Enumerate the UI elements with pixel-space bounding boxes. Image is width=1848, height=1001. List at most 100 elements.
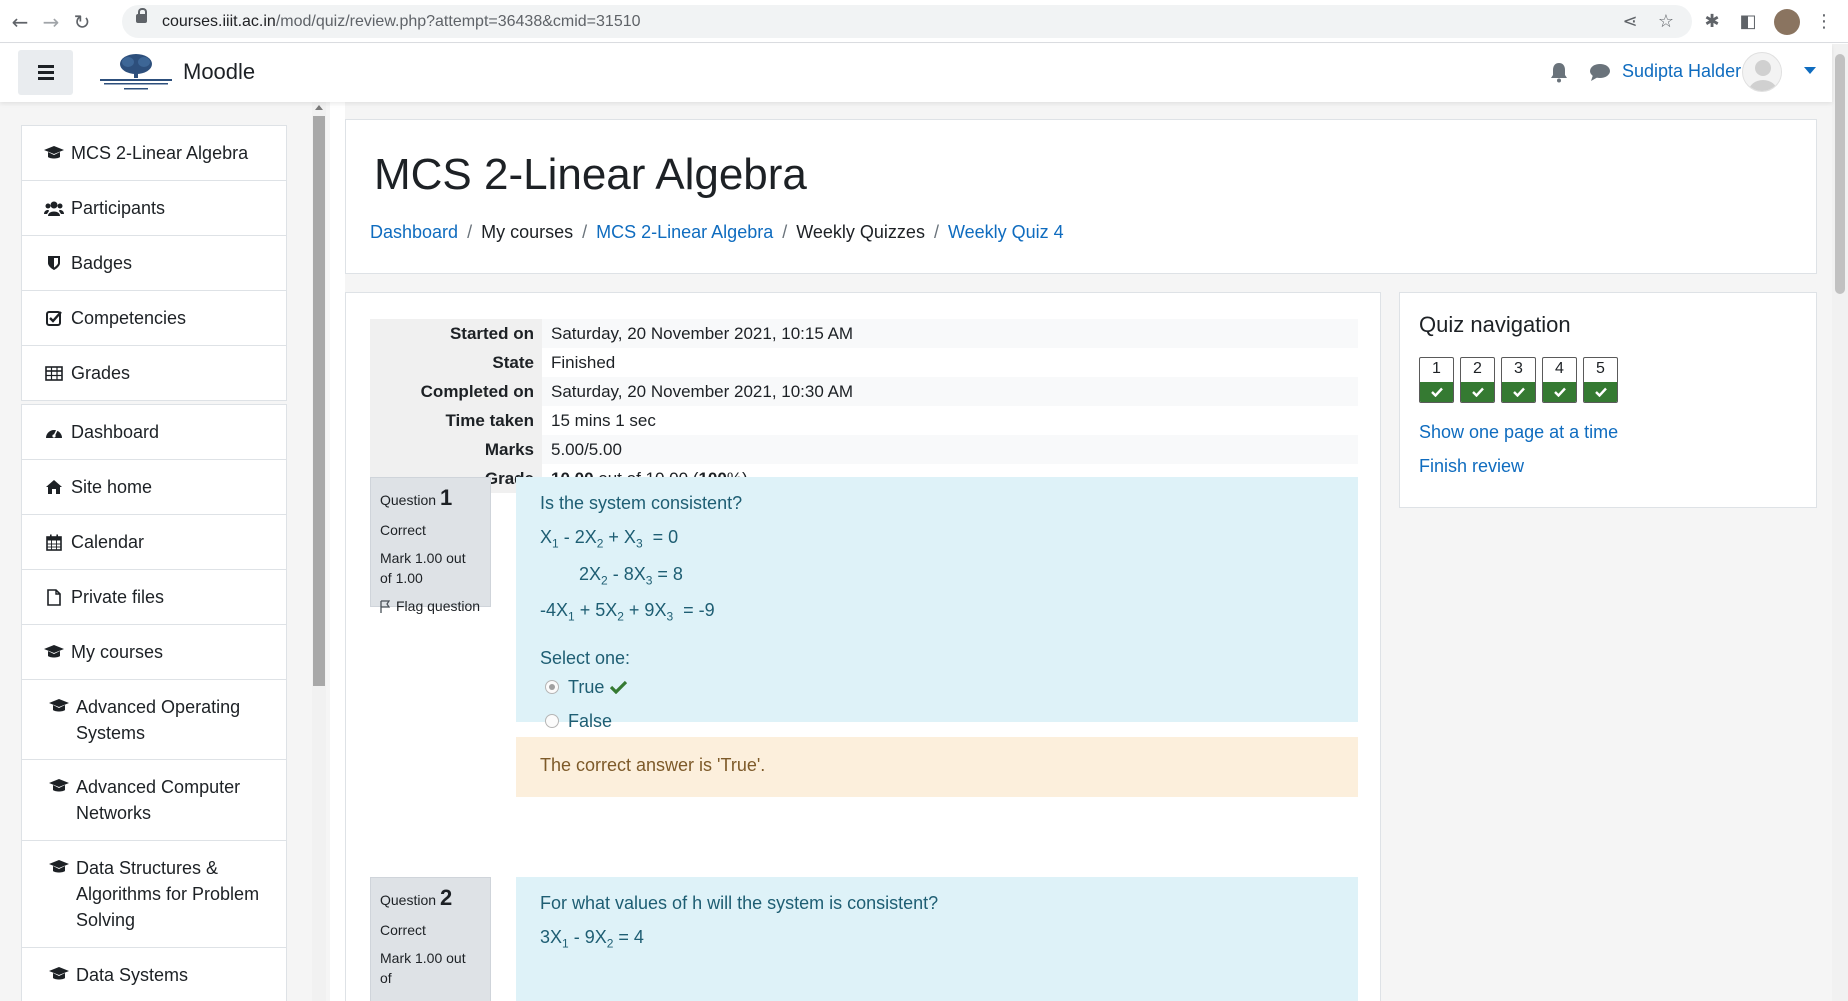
show-one-page-link[interactable]: Show one page at a time	[1419, 422, 1618, 443]
user-menu-name[interactable]: Sudipta Halder	[1622, 61, 1741, 82]
page-header: MCS 2-Linear Algebra Dashboard / My cour…	[345, 119, 1817, 274]
graduation-cap-icon	[44, 143, 64, 163]
table-icon	[44, 363, 64, 383]
question-number: Question 1	[380, 485, 453, 510]
check-icon	[1430, 387, 1443, 397]
sidebar-item-private-files[interactable]: Private files	[22, 570, 286, 625]
sidebar-item-course[interactable]: MCS 2-Linear Algebra	[22, 126, 286, 181]
bookmark-star-icon[interactable]: ☆	[1654, 10, 1678, 34]
quiz-nav-button-4[interactable]: 4	[1542, 357, 1577, 403]
summary-row: Started on Saturday, 20 November 2021, 1…	[370, 319, 1358, 348]
users-icon	[44, 198, 64, 218]
home-icon	[44, 477, 64, 497]
side-panel-icon[interactable]: ◧	[1736, 10, 1760, 34]
sidebar-item-advanced-computer-networks[interactable]: Advanced Computer Networks	[22, 760, 286, 841]
quiz-nav-button-5[interactable]: 5	[1583, 357, 1618, 403]
page-scrollbar[interactable]	[1832, 44, 1848, 1001]
radio-true[interactable]	[545, 680, 559, 695]
browser-profile-avatar[interactable]	[1774, 9, 1800, 35]
sidebar-item-data-structures[interactable]: Data Structures & Algorithms for Problem…	[22, 841, 286, 948]
sidebar-item-dashboard[interactable]: Dashboard	[22, 405, 286, 460]
summary-row: Completed on Saturday, 20 November 2021,…	[370, 377, 1358, 406]
moodle-navbar: Moodle Sudipta Halder	[0, 44, 1832, 102]
forward-arrow-icon[interactable]: →	[39, 10, 63, 34]
drawer-scrollbar[interactable]	[312, 102, 326, 1001]
main-content: MCS 2-Linear Algebra Dashboard / My cour…	[345, 102, 1832, 1001]
attempt-summary-table: Started on Saturday, 20 November 2021, 1…	[370, 319, 1358, 493]
summary-row: Time taken 15 mins 1 sec	[370, 406, 1358, 435]
quiz-review-region: Started on Saturday, 20 November 2021, 1…	[345, 292, 1381, 1001]
radio-false[interactable]	[545, 714, 559, 729]
quiz-navigation-title: Quiz navigation	[1419, 312, 1571, 337]
sidebar-item-site-home[interactable]: Site home	[22, 460, 286, 515]
user-menu-caret-icon[interactable]	[1804, 67, 1816, 74]
graduation-cap-icon	[49, 696, 69, 716]
graduation-cap-icon	[49, 857, 69, 877]
file-icon	[44, 587, 64, 607]
question-text: Is the system consistent?	[540, 493, 743, 513]
question-state: Correct	[380, 922, 426, 938]
share-icon[interactable]: ⋖	[1618, 10, 1642, 34]
question-number: Question 2	[380, 885, 453, 910]
question-state: Correct	[380, 522, 426, 538]
check-icon	[1512, 387, 1525, 397]
question-2-info: Question 2 Correct Mark 1.00 out of	[370, 877, 491, 1001]
select-one-label: Select one:	[540, 647, 631, 668]
course-nav-group: MCS 2-Linear Algebra Participants Badges…	[21, 125, 287, 401]
messages-icon[interactable]	[1588, 61, 1612, 83]
equation-1: X1 - 2X2 + X3 = 0	[540, 527, 679, 551]
notification-bell-icon[interactable]	[1548, 61, 1570, 83]
quiz-nav-button-2[interactable]: 2	[1460, 357, 1495, 403]
check-square-icon	[44, 308, 64, 328]
nav-drawer: MCS 2-Linear Algebra Participants Badges…	[0, 102, 330, 1001]
address-bar[interactable]: courses.iiit.ac.in/mod/quiz/review.php?a…	[122, 5, 1692, 38]
breadcrumb-dashboard[interactable]: Dashboard	[370, 222, 458, 243]
url-text: courses.iiit.ac.in/mod/quiz/review.php?a…	[162, 13, 641, 30]
quiz-nav-button-1[interactable]: 1	[1419, 357, 1454, 403]
sidebar-item-my-courses[interactable]: My courses	[22, 625, 286, 680]
check-icon	[1471, 387, 1484, 397]
sidebar-item-advanced-operating-systems[interactable]: Advanced Operating Systems	[22, 680, 286, 760]
drawer-toggle-button[interactable]	[18, 50, 73, 95]
quiz-navigation-block: Quiz navigation 1 2 3 4 5 Show one page …	[1399, 292, 1817, 508]
summary-row: Marks 5.00/5.00	[370, 435, 1358, 464]
breadcrumb-my-courses: My courses	[481, 222, 574, 242]
shield-icon	[44, 253, 64, 273]
back-arrow-icon[interactable]: ←	[8, 10, 32, 34]
answer-option-true[interactable]: True	[540, 677, 1334, 698]
browser-toolbar: ← → ↻ courses.iiit.ac.in/mod/quiz/review…	[0, 0, 1848, 43]
question-buttons: 1 2 3 4 5	[1419, 357, 1624, 403]
answer-option-false[interactable]: False	[540, 711, 1334, 732]
lock-icon	[136, 8, 147, 23]
browser-menu-icon[interactable]: ⋮	[1812, 10, 1836, 34]
question-text: For what values of h will the system is …	[540, 893, 939, 913]
equation-2: 2X2 - 8X3 = 8	[579, 563, 683, 588]
site-nav-group: Dashboard Site home Calendar Private fil…	[21, 404, 287, 1001]
question-1-feedback: The correct answer is 'True'.	[516, 737, 1358, 797]
breadcrumb: Dashboard / My courses / MCS 2-Linear Al…	[370, 222, 1064, 243]
question-2-content: For what values of h will the system is …	[516, 877, 1358, 1001]
sidebar-item-competencies[interactable]: Competencies	[22, 291, 286, 346]
question-1-info: Question 1 Correct Mark 1.00 out of 1.00…	[370, 477, 491, 614]
site-brand[interactable]: Moodle	[183, 59, 255, 85]
breadcrumb-course[interactable]: MCS 2-Linear Algebra	[596, 222, 773, 243]
flag-icon	[380, 599, 390, 613]
sidebar-item-grades[interactable]: Grades	[22, 346, 286, 400]
question-grade: Mark 1.00 out of 1.00	[380, 550, 466, 586]
sidebar-item-badges[interactable]: Badges	[22, 236, 286, 291]
breadcrumb-weekly-quizzes: Weekly Quizzes	[796, 222, 925, 242]
breadcrumb-weekly-quiz-4[interactable]: Weekly Quiz 4	[948, 222, 1064, 243]
calendar-icon	[44, 532, 64, 552]
sidebar-item-participants[interactable]: Participants	[22, 181, 286, 236]
question-1-content: Is the system consistent? X1 - 2X2 + X3 …	[516, 477, 1358, 731]
equation-1: 3X1 - 9X2 = 4	[540, 927, 644, 951]
check-icon	[1594, 387, 1607, 397]
reload-icon[interactable]: ↻	[70, 10, 94, 34]
finish-review-link[interactable]: Finish review	[1419, 456, 1524, 477]
quiz-nav-button-3[interactable]: 3	[1501, 357, 1536, 403]
extensions-icon[interactable]: ✱	[1700, 10, 1724, 34]
flag-question-button[interactable]: Flag question	[380, 598, 481, 614]
user-avatar[interactable]	[1742, 52, 1782, 92]
sidebar-item-data-systems[interactable]: Data Systems	[22, 948, 286, 1001]
sidebar-item-calendar[interactable]: Calendar	[22, 515, 286, 570]
